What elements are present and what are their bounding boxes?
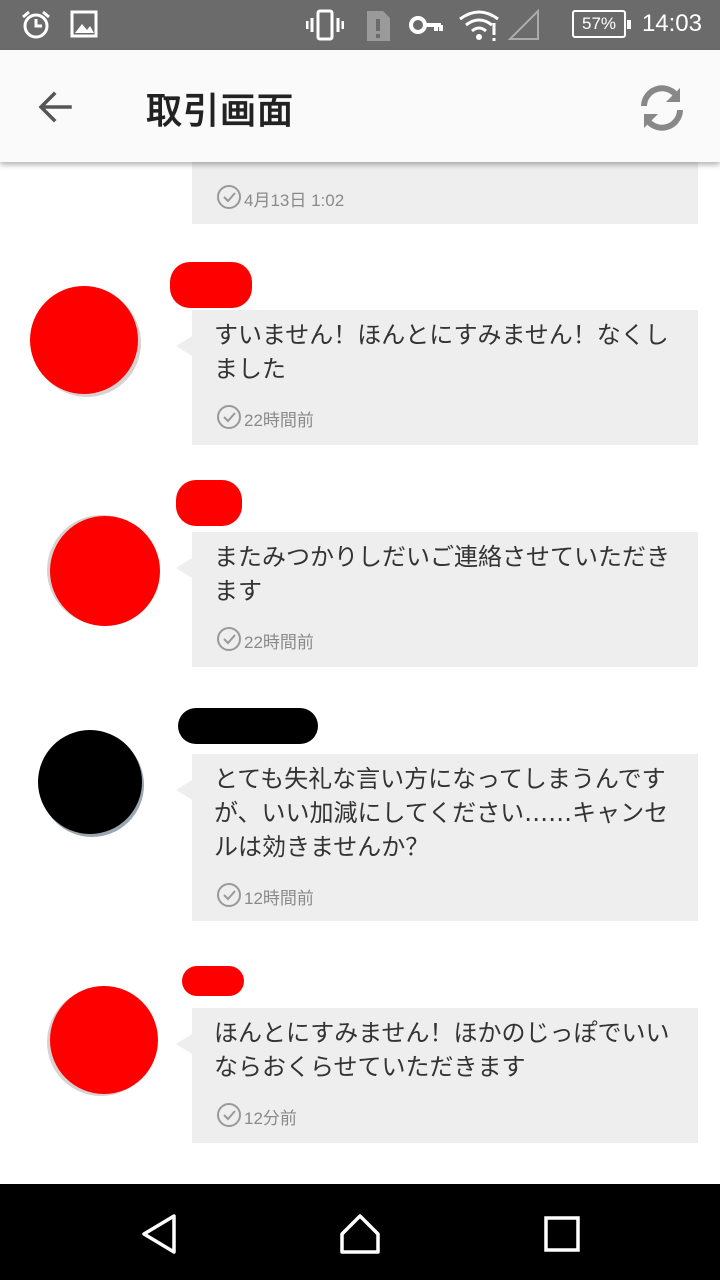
sender-name: [182, 966, 244, 996]
nav-home-icon[interactable]: [338, 1212, 382, 1256]
clock-icon: [217, 185, 241, 209]
battery-icon: 57%: [572, 10, 631, 38]
clock-icon: [217, 1103, 241, 1127]
vpn-key-icon: [409, 16, 443, 34]
alarm-icon: [22, 10, 50, 39]
message-text: ほんとにすみません！ほかのじっぽでいいならおくらせていただきます: [214, 1019, 670, 1081]
clock-icon: [217, 883, 241, 907]
timestamp-text: 12時間前: [244, 889, 314, 908]
timestamp-text: 22時間前: [244, 633, 314, 652]
nav-back-icon[interactable]: [138, 1212, 182, 1256]
arrow-back-icon[interactable]: [28, 80, 84, 136]
sim-alert-icon: [367, 11, 390, 41]
image-icon: [70, 10, 98, 38]
clock-icon: [217, 627, 241, 651]
timestamp-text: 12分前: [244, 1109, 297, 1128]
message-bubble: ほんとにすみません！ほかのじっぽでいいならおくらせていただきます 12分前: [176, 1008, 698, 1143]
clock: 14:03: [641, 10, 702, 37]
message-text: すいません！ほんとにすみません！なくしました: [214, 321, 669, 383]
page-title: 取引画面: [146, 91, 295, 132]
sender-name: [170, 262, 252, 308]
app-bar: 取引画面: [0, 50, 720, 162]
timestamp-text: 4月13日 1:02: [244, 191, 345, 210]
message-list[interactable]: 4月13日 1:02 すいません！ほんとにすみません！なくしました 22時間前 …: [0, 162, 720, 1184]
signal-icon: [508, 9, 539, 40]
message-bubble: すいません！ほんとにすみません！なくしました 22時間前: [176, 310, 698, 445]
avatar[interactable]: [30, 286, 138, 394]
message-text: またみつかりしだいご連絡させていただきます: [214, 543, 670, 605]
message-text: とても失礼な言い方になってしまうんですが、いい加減にしてください……キャンセルは…: [214, 765, 669, 861]
sender-name: [176, 480, 242, 526]
avatar[interactable]: [50, 986, 158, 1094]
timestamp-text: 22時間前: [244, 411, 314, 430]
message-bubble: またみつかりしだいご連絡させていただきます 22時間前: [176, 532, 698, 667]
message-bubble: とても失礼な言い方になってしまうんですが、いい加減にしてください……キャンセルは…: [176, 754, 698, 921]
status-bar: 57% 14:03: [0, 0, 720, 50]
clock-icon: [217, 405, 241, 429]
nav-recents-icon[interactable]: [540, 1212, 584, 1256]
message-bubble: 4月13日 1:02: [192, 162, 698, 224]
navigation-bar: [0, 1184, 720, 1280]
vibrate-icon: [306, 9, 344, 41]
avatar[interactable]: [50, 516, 160, 626]
wifi-icon: [459, 10, 499, 41]
refresh-icon[interactable]: [632, 78, 692, 138]
avatar[interactable]: [38, 730, 142, 834]
sender-name: [178, 708, 318, 744]
